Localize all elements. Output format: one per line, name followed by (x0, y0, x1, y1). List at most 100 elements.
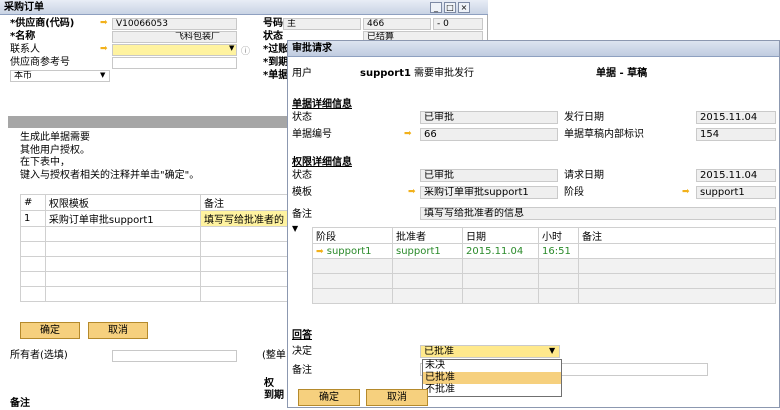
currency-value: 本币 (14, 71, 33, 81)
issue-date-label: 发行日期 (564, 112, 604, 123)
col-header-remark: 备注 (200, 194, 288, 211)
row-stage: ➡ support1 (312, 243, 393, 259)
auth-msg-line3: 在下表中， (20, 157, 70, 168)
posting-date-label: *过账 (263, 44, 289, 55)
number-label: 号码 (263, 18, 283, 29)
table-row[interactable]: ➡ support1 support1 2015.11.04 16:51 (312, 243, 776, 259)
auth-remark-field: 填写写给批准者的信息 (420, 207, 776, 220)
auth-msg-line4: 键入与授权者相关的注释并单击"确定"。 (20, 170, 200, 181)
doc-status-label: 状态 (292, 112, 312, 123)
row-remark (578, 243, 776, 259)
link-arrow-icon[interactable]: ➡ (100, 44, 108, 54)
chevron-down-icon[interactable]: ▼ (549, 346, 555, 355)
contact-label: 联系人 (10, 44, 40, 55)
auth-msg-line2: 其他用户授权。 (20, 145, 90, 156)
draft-id-field: 154 (696, 128, 776, 141)
dialog-title-bar: 审批请求 (288, 41, 779, 57)
po-title: 采购订单 (4, 2, 44, 13)
decision-dropdown-list: 未决 已批准 不批准 (422, 359, 562, 397)
table-row[interactable] (312, 288, 776, 304)
row-num: 1 (20, 210, 46, 227)
row-date: 2015.11.04 (462, 243, 539, 259)
table-row[interactable]: 1 采购订单审批support1 填写写给批准者的 (20, 210, 288, 227)
remark-label: 备注 (10, 398, 30, 409)
template-field[interactable]: 采购订单审批support1 (420, 186, 558, 199)
chevron-down-icon[interactable]: ▼ (229, 44, 234, 52)
doc-number-label: 单据编号 (292, 129, 332, 140)
option-approved[interactable]: 已批准 (423, 372, 561, 384)
col-header-stage: 阶段 (312, 227, 393, 244)
maximize-icon[interactable]: □ (444, 2, 456, 13)
auth-remark-label: 备注 (292, 209, 312, 220)
info-icon[interactable]: ⓘ (241, 44, 250, 57)
number-series-field[interactable]: 主 (283, 18, 361, 30)
number-field[interactable]: 466 (363, 18, 431, 30)
chevron-down-icon[interactable]: ▼ (100, 71, 105, 79)
option-pending[interactable]: 未决 (423, 360, 561, 372)
rights-label: 权 (264, 378, 274, 389)
name-label: *名称 (10, 31, 36, 42)
col-header-approver: 批准者 (392, 227, 463, 244)
document-type: 单据 - 草稿 (596, 68, 648, 79)
vendor-label: *供应商(代码) (10, 18, 75, 29)
table-row[interactable] (312, 273, 776, 289)
status-label: 状态 (263, 31, 283, 42)
template-label: 模板 (292, 187, 312, 198)
table-row[interactable] (312, 258, 776, 274)
vendor-ref-field[interactable] (112, 57, 237, 69)
row-template: 采购订单审批support1 (44, 210, 202, 227)
due-label: 到期 (264, 390, 284, 401)
owner-field[interactable] (112, 350, 237, 362)
row-stage-value: support1 (326, 245, 372, 257)
approval-request-dialog: 审批请求 用户 support1 需要审批发行 单据 - 草稿 单据详细信息 状… (287, 40, 780, 408)
cancel-button[interactable]: 取消 (88, 322, 148, 339)
link-arrow-icon[interactable]: ➡ (100, 18, 108, 28)
dialog-title: 审批请求 (292, 43, 332, 54)
col-header-num: # (20, 194, 46, 211)
row-approver: support1 (392, 243, 463, 259)
link-arrow-icon[interactable]: ➡ (682, 187, 690, 197)
ok-button[interactable]: 确定 (20, 322, 80, 339)
decision-label: 决定 (292, 346, 312, 357)
vendor-code-field[interactable]: V10066053 (112, 18, 237, 30)
row-remark-input[interactable]: 填写写给批准者的 (200, 210, 288, 227)
currency-select[interactable]: 本币 (10, 70, 110, 82)
auth-details-heading: 权限详细信息 (292, 157, 352, 168)
auth-msg-line1: 生成此单据需要 (20, 132, 90, 143)
table-row[interactable] (20, 241, 288, 257)
ok-button[interactable]: 确定 (298, 389, 360, 406)
stage-field[interactable]: support1 (696, 186, 776, 199)
decision-select[interactable]: 已批准 (420, 345, 560, 358)
minimize-icon[interactable]: _ (430, 2, 442, 13)
table-row[interactable] (20, 286, 288, 302)
answer-heading: 回答 (292, 330, 312, 341)
table-row[interactable] (20, 271, 288, 287)
contact-field[interactable] (112, 44, 237, 56)
answer-remark-label: 备注 (292, 365, 312, 376)
user-message: 需要审批发行 (414, 68, 474, 79)
option-rejected[interactable]: 不批准 (423, 384, 561, 396)
user-label: 用户 (292, 68, 312, 79)
stage-label: 阶段 (564, 187, 584, 198)
link-arrow-icon[interactable]: ➡ (404, 129, 412, 139)
po-title-bar: 采购订单 _ □ × (0, 0, 488, 15)
vendor-name-field[interactable]: 飞科包装厂 (112, 31, 237, 43)
doc-number-field[interactable]: 66 (420, 128, 558, 141)
issue-date-field: 2015.11.04 (696, 111, 776, 124)
link-arrow-icon[interactable]: ➡ (408, 187, 416, 197)
auth-status-field: 已审批 (420, 169, 558, 182)
delivery-date-label: *到期 (263, 57, 289, 68)
cancel-button[interactable]: 取消 (366, 389, 428, 406)
row-hour: 16:51 (538, 243, 579, 259)
auth-template-table: # 权限模板 备注 1 采购订单审批support1 填写写给批准者的 (20, 194, 288, 302)
number-ext-field[interactable]: - 0 (433, 18, 483, 30)
table-row[interactable] (20, 256, 288, 272)
stage-table: 阶段 批准者 日期 小时 备注 ➡ support1 support1 2015… (312, 227, 776, 304)
link-arrow-icon[interactable]: ➡ (316, 247, 324, 257)
col-header-remark: 备注 (578, 227, 776, 244)
table-row[interactable] (20, 226, 288, 242)
collapse-triangle-icon[interactable]: ▼ (292, 224, 298, 233)
document-date-label: *单据 (263, 70, 289, 81)
col-header-date: 日期 (462, 227, 539, 244)
close-icon[interactable]: × (458, 2, 470, 13)
